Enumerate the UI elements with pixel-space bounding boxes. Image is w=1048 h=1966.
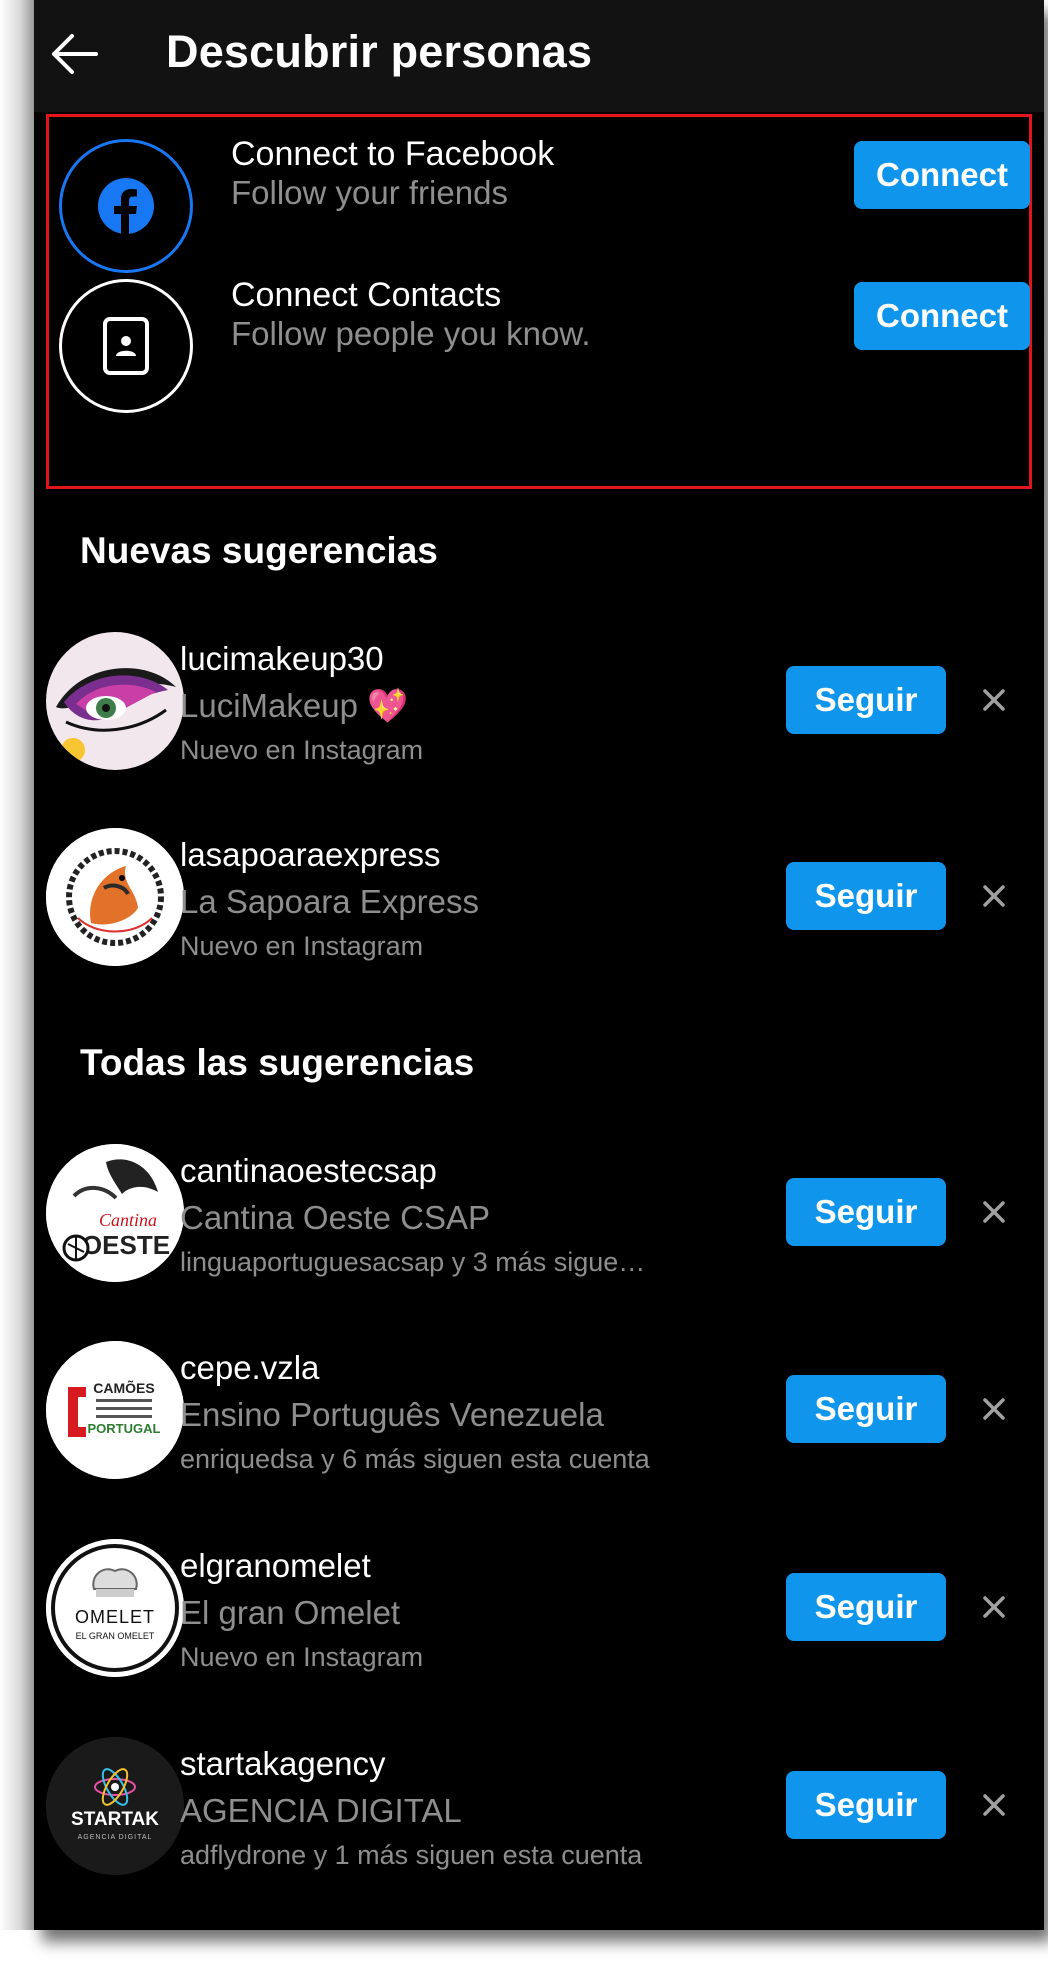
back-arrow-icon[interactable] — [46, 24, 108, 84]
svg-text:CAMÕES: CAMÕES — [93, 1379, 154, 1396]
svg-text:OESTE: OESTE — [82, 1230, 170, 1260]
suggestion-context: Nuevo en Instagram — [180, 931, 424, 961]
suggestion-context: Nuevo en Instagram — [180, 735, 424, 765]
full-name: Ensino Português Venezuela — [180, 1396, 604, 1433]
svg-text:Cantina: Cantina — [99, 1210, 157, 1230]
close-icon[interactable] — [972, 1387, 1016, 1431]
connect-facebook-subtitle: Follow your friends — [231, 174, 508, 211]
connect-facebook-title: Connect to Facebook — [231, 135, 555, 173]
svg-text:OMELET: OMELET — [75, 1607, 155, 1627]
connect-contacts-row: Connect Contacts Follow people you know.… — [49, 257, 1030, 413]
suggestion-context: adflydrone y 1 más siguen esta cuenta — [180, 1840, 643, 1870]
page-title: Descubrir personas — [166, 26, 593, 77]
suggestion-row: OMELET EL GRAN OMELET elgranomelet El gr… — [34, 1539, 1044, 1699]
contact-card-icon — [103, 317, 149, 375]
full-name: La Sapoara Express — [180, 883, 480, 920]
avatar[interactable]: Cantina OESTE — [46, 1144, 184, 1282]
close-icon[interactable] — [972, 1585, 1016, 1629]
connect-contacts-title: Connect Contacts — [231, 276, 502, 314]
connect-facebook-button[interactable]: Connect — [854, 141, 1030, 209]
svg-text:PORTUGAL: PORTUGAL — [88, 1421, 161, 1436]
suggestion-context: Nuevo en Instagram — [180, 1642, 424, 1672]
section-all-suggestions: Todas las sugerencias — [80, 1042, 475, 1083]
app-screen: Descubrir personas Connect to Facebook F… — [0, 0, 1044, 1930]
avatar[interactable] — [46, 828, 184, 966]
top-bar: Descubrir personas — [34, 0, 1044, 112]
follow-button[interactable]: Seguir — [786, 1375, 946, 1443]
follow-button[interactable]: Seguir — [786, 666, 946, 734]
follow-button[interactable]: Seguir — [786, 862, 946, 930]
follow-button[interactable]: Seguir — [786, 1573, 946, 1641]
facebook-icon — [98, 178, 154, 235]
suggestion-context: enriquedsa y 6 más siguen esta cuenta — [180, 1444, 650, 1474]
suggestion-row: lucimakeup30 LuciMakeup 💖 Nuevo en Insta… — [34, 632, 1044, 792]
connect-accounts-panel: Connect to Facebook Follow your friends … — [46, 114, 1032, 489]
username[interactable]: lucimakeup30 — [180, 640, 384, 678]
full-name: El gran Omelet — [180, 1594, 401, 1631]
connect-contacts-button[interactable]: Connect — [854, 282, 1030, 350]
follow-button[interactable]: Seguir — [786, 1771, 946, 1839]
full-name: Cantina Oeste CSAP — [180, 1199, 490, 1236]
svg-text:STARTAK: STARTAK — [71, 1809, 159, 1830]
svg-text:AGENCIA DIGITAL: AGENCIA DIGITAL — [78, 1834, 153, 1841]
avatar[interactable]: OMELET EL GRAN OMELET — [46, 1539, 184, 1677]
contacts-icon-circle — [59, 279, 193, 413]
username[interactable]: startakagency — [180, 1745, 385, 1783]
avatar[interactable]: CAMÕES PORTUGAL — [46, 1341, 184, 1479]
avatar[interactable]: STARTAK AGENCIA DIGITAL — [46, 1737, 184, 1875]
username[interactable]: lasapoaraexpress — [180, 836, 441, 874]
username[interactable]: elgranomelet — [180, 1547, 371, 1585]
follow-button[interactable]: Seguir — [786, 1178, 946, 1246]
suggestion-row: lasapoaraexpress La Sapoara Express Nuev… — [34, 828, 1044, 988]
close-icon[interactable] — [972, 678, 1016, 722]
suggestion-row: Cantina OESTE cantinaoestecsap Cantina O… — [34, 1144, 1044, 1304]
close-icon[interactable] — [972, 874, 1016, 918]
facebook-icon-circle — [59, 139, 193, 273]
close-icon[interactable] — [972, 1783, 1016, 1827]
connect-contacts-subtitle: Follow people you know. — [231, 315, 591, 352]
suggestion-context: linguaportuguesacsap y 3 más sigue… — [180, 1247, 646, 1277]
username[interactable]: cantinaoestecsap — [180, 1152, 437, 1190]
svg-text:EL GRAN OMELET: EL GRAN OMELET — [76, 1631, 155, 1641]
suggestion-row: STARTAK AGENCIA DIGITAL startakagency AG… — [34, 1737, 1044, 1897]
full-name: LuciMakeup 💖 — [180, 687, 409, 724]
suggestion-row: CAMÕES PORTUGAL cepe.vzla Ensino Portugu… — [34, 1341, 1044, 1501]
connect-facebook-row: Connect to Facebook Follow your friends … — [49, 117, 1030, 273]
full-name: AGENCIA DIGITAL — [180, 1792, 462, 1829]
close-icon[interactable] — [972, 1190, 1016, 1234]
section-new-suggestions: Nuevas sugerencias — [80, 530, 438, 571]
username[interactable]: cepe.vzla — [180, 1349, 319, 1387]
avatar[interactable] — [46, 632, 184, 770]
